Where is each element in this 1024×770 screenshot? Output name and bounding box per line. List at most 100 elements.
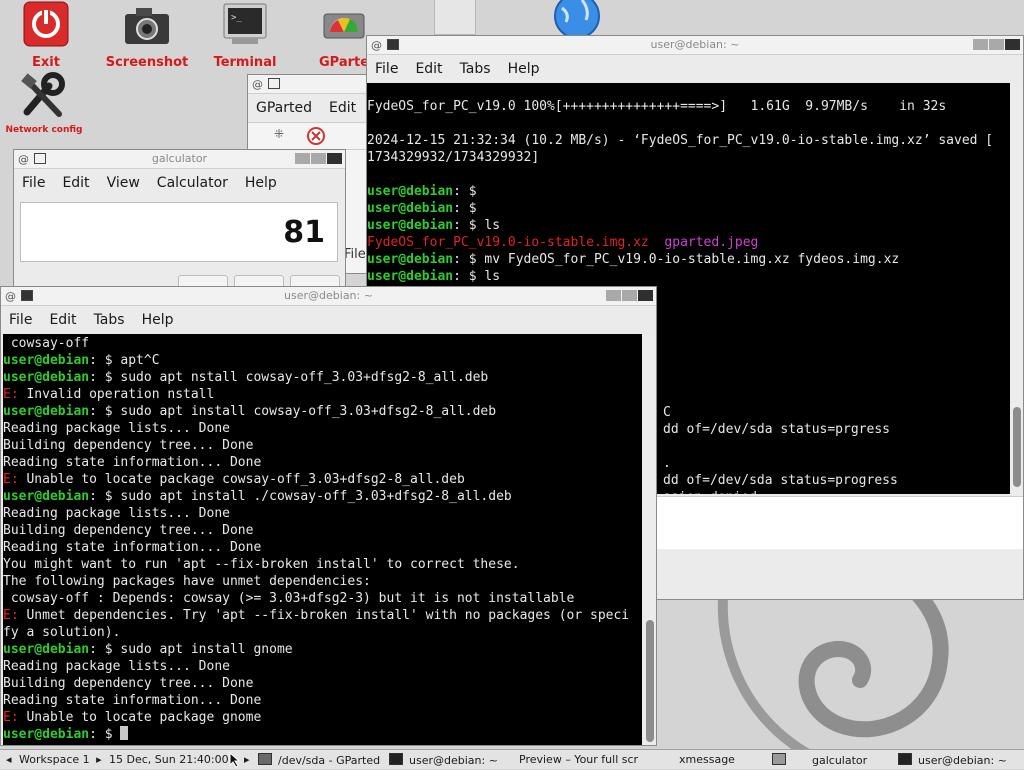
terminal-line: FydeOS_for_PC_v19.0-io-stable.img.xz gpa… (367, 234, 1010, 251)
line-text: apt^C (120, 353, 160, 368)
terminal-line: E: Unable to locate package gnome (3, 709, 642, 726)
line-text: cowsay-off : Depends: cowsay (>= 3.03+df… (3, 591, 575, 606)
scrollbar-thumb[interactable] (1013, 407, 1021, 487)
taskbar-next-icon[interactable]: ▸ (244, 753, 250, 766)
terminal-scrollbar[interactable] (643, 334, 656, 745)
maximize-button[interactable] (622, 290, 637, 301)
line-text: You might want to run 'apt --fix-broken … (3, 557, 520, 572)
terminal-line: fy a solution). (3, 624, 642, 641)
prompt-user: user@debian (3, 727, 90, 742)
maximize-button[interactable] (989, 39, 1004, 50)
line-text: Building dependency tree... Done (3, 676, 254, 691)
menu-item-edit[interactable]: Edit (329, 100, 356, 116)
terminal-line: Reading package lists... Done (3, 658, 642, 675)
terminal-titlebar[interactable]: @ user@debian: ~ (367, 36, 1023, 55)
window-menu-icon[interactable]: @ (252, 78, 263, 91)
prompt-user: user@debian (367, 184, 454, 199)
line-text: 1734329932/1734329932] (367, 150, 540, 165)
task-terminal-2[interactable]: user@debian: ~ (898, 753, 1007, 767)
close-button[interactable] (638, 290, 653, 301)
menu-item-file[interactable]: File (22, 175, 45, 191)
window-controls (606, 290, 653, 301)
task-gparted[interactable]: /dev/sda - GParted (258, 753, 380, 767)
prompt-symbol: : $ (453, 218, 485, 233)
menu-item-edit[interactable]: Edit (62, 175, 89, 191)
globe-icon[interactable] (552, 0, 602, 36)
delete-icon[interactable] (306, 126, 326, 146)
terminal-scrollbar[interactable] (1010, 83, 1023, 494)
menu-item-help[interactable]: Help (508, 61, 540, 77)
gparted-icon (323, 13, 365, 39)
workspace-switcher[interactable]: ◂ Workspace 1 ▸ (6, 753, 102, 766)
terminal-output[interactable]: cowsay-off user@debian: $ apt^C user@debia… (3, 334, 642, 745)
terminal-line: user@debian: $ mv FydeOS_for_PC_v19.0-io… (367, 251, 1010, 268)
menu-item-help[interactable]: Help (142, 312, 174, 328)
minimize-button[interactable] (606, 290, 621, 301)
error-prefix: E: (3, 387, 27, 402)
tools-icon (21, 72, 65, 117)
menu-item-gparted[interactable]: GParted (256, 100, 312, 116)
line-text: Reading package lists... Done (3, 659, 230, 674)
prompt-user: user@debian (367, 218, 454, 233)
menu-item-help[interactable]: Help (245, 175, 277, 191)
menu-item-tabs[interactable]: Tabs (94, 312, 125, 328)
terminal-line: Reading package lists... Done (3, 420, 642, 437)
terminal-window-left[interactable]: @ user@debian: ~ File Edit Tabs Help cow… (0, 286, 657, 746)
line-text: dd of=/dev/sda status=progress (663, 473, 898, 488)
menu-item-view[interactable]: View (107, 175, 140, 191)
close-button[interactable] (327, 153, 342, 164)
terminal-line: Reading state information... Done (3, 692, 642, 709)
gparted-titlebar[interactable]: @ (248, 75, 376, 94)
desktop-icon-terminal[interactable]: >_ Terminal (210, 0, 280, 70)
task-label: galculator (812, 754, 868, 767)
prompt-user: user@debian (3, 642, 90, 657)
prompt-symbol: : $ (89, 370, 121, 385)
menu-item-edit[interactable]: Edit (49, 312, 76, 328)
scrollbar-thumb[interactable] (646, 620, 654, 742)
task-terminal-1[interactable]: user@debian: ~ (389, 753, 498, 767)
menu-item-calculator[interactable]: Calculator (157, 175, 228, 191)
desktop-icon-label: Exit (32, 55, 60, 70)
terminal-line: user@debian: $ (3, 726, 642, 743)
line-text: dd of=/dev/sda status=prgress (663, 422, 890, 437)
text-cursor (120, 726, 129, 740)
minimize-button[interactable] (295, 153, 310, 164)
taskbar: ◂ Workspace 1 ▸ 15 Dec, Sun 21:40:00 ▸ /… (0, 749, 1024, 769)
line-text: Reading package lists... Done (3, 421, 230, 436)
desktop-icon-exit[interactable]: Exit (16, 0, 76, 70)
terminal-menubar: File Edit Tabs Help (1, 306, 656, 334)
file-image: gparted.jpeg (664, 235, 759, 250)
line-text: fy a solution). (3, 625, 121, 640)
line-text: The following packages have unmet depend… (3, 574, 371, 589)
close-button[interactable] (1005, 39, 1020, 50)
prompt-user: user@debian (3, 353, 90, 368)
galculator-titlebar[interactable]: @ galculator (14, 150, 345, 169)
terminal-line: Reading package lists... Done (3, 505, 642, 522)
terminal-line: cowsay-off : Depends: cowsay (>= 3.03+df… (3, 590, 642, 607)
desktop-icon-label: Screenshot (105, 55, 189, 70)
terminal-line: Building dependency tree... Done (3, 437, 642, 454)
line-text: ls (484, 218, 501, 233)
task-xmessage[interactable]: xmessage (679, 753, 735, 766)
maximize-button[interactable] (311, 153, 326, 164)
line-text: Building dependency tree... Done (3, 438, 254, 453)
menu-item-file[interactable]: File (375, 61, 398, 77)
desktop-icon-screenshot[interactable]: Screenshot (104, 0, 190, 70)
menu-item-edit[interactable]: Edit (415, 61, 442, 77)
new-icon[interactable]: ⁜ (274, 127, 284, 141)
menu-item-tabs[interactable]: Tabs (460, 61, 491, 77)
terminal-line: The following packages have unmet depend… (3, 573, 642, 590)
minimize-button[interactable] (973, 39, 988, 50)
task-preview[interactable]: Preview – Your full scr (519, 753, 638, 766)
terminal-menubar: File Edit Tabs Help (367, 55, 1023, 83)
desktop-icon-network-config[interactable]: Network config (4, 72, 84, 135)
terminal-titlebar[interactable]: @ user@debian: ~ (1, 287, 656, 306)
line-text: Reading state information... Done (3, 455, 262, 470)
desktop-icon-blank[interactable] (434, 0, 476, 35)
prompt-symbol: : $ (89, 727, 121, 742)
galculator-window[interactable]: @ galculator File Edit View Calculator H… (13, 149, 346, 295)
caret-left-icon: ◂ (6, 753, 12, 766)
line-text: sudo apt nstall cowsay-off_3.03+dfsg2-8_… (120, 370, 489, 385)
menu-item-file[interactable]: File (9, 312, 32, 328)
task-galculator[interactable]: galculator (772, 753, 867, 767)
